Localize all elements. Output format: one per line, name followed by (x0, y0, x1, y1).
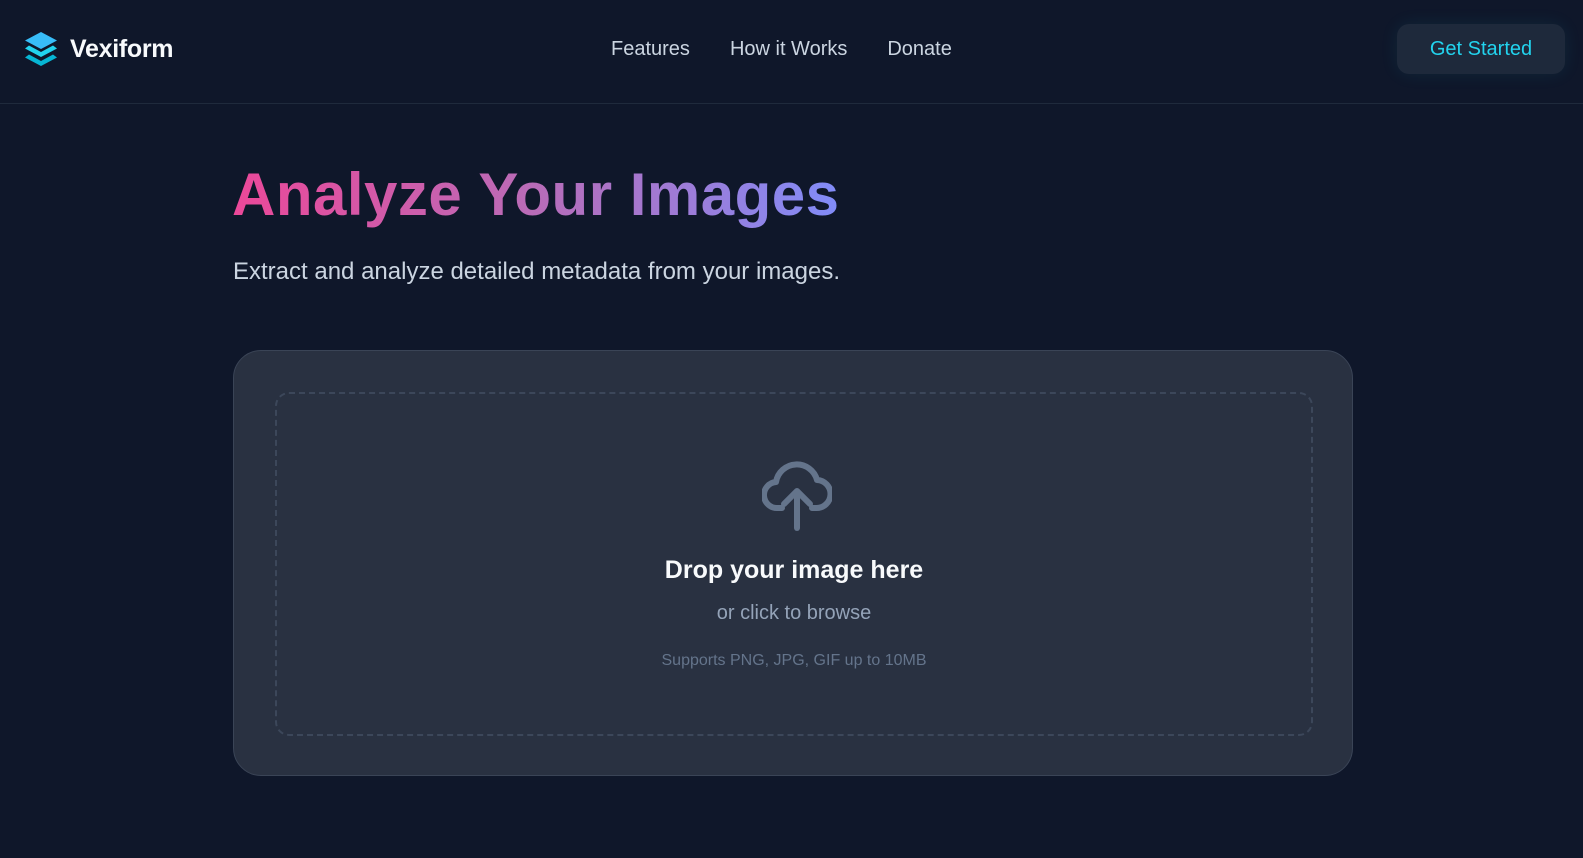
stacked-layers-icon (24, 31, 58, 67)
browse-text: or click to browse (716, 602, 872, 624)
get-started-button[interactable]: Get Started (1397, 24, 1565, 74)
cloud-upload-icon (761, 456, 834, 532)
brand-logo-link[interactable]: Vexiform (24, 31, 174, 67)
nav-link-donate[interactable]: Donate (887, 36, 952, 62)
nav-link-features[interactable]: Features (611, 36, 690, 62)
page-subtitle: Extract and analyze detailed metadata fr… (233, 258, 840, 285)
page-title: Analyze Your Images (232, 158, 840, 232)
brand-name: Vexiform (70, 34, 174, 63)
drop-title: Drop your image here (664, 556, 924, 584)
nav-link-how-it-works[interactable]: How it Works (730, 36, 847, 62)
upload-card: Drop your image here or click to browse … (233, 350, 1353, 776)
supported-formats-note: Supports PNG, JPG, GIF up to 10MB (661, 652, 927, 669)
image-drop-zone[interactable]: Drop your image here or click to browse … (275, 392, 1313, 736)
top-navbar: Vexiform Features How it Works Donate Ge… (0, 0, 1583, 104)
nav-links: Features How it Works Donate (611, 36, 952, 62)
